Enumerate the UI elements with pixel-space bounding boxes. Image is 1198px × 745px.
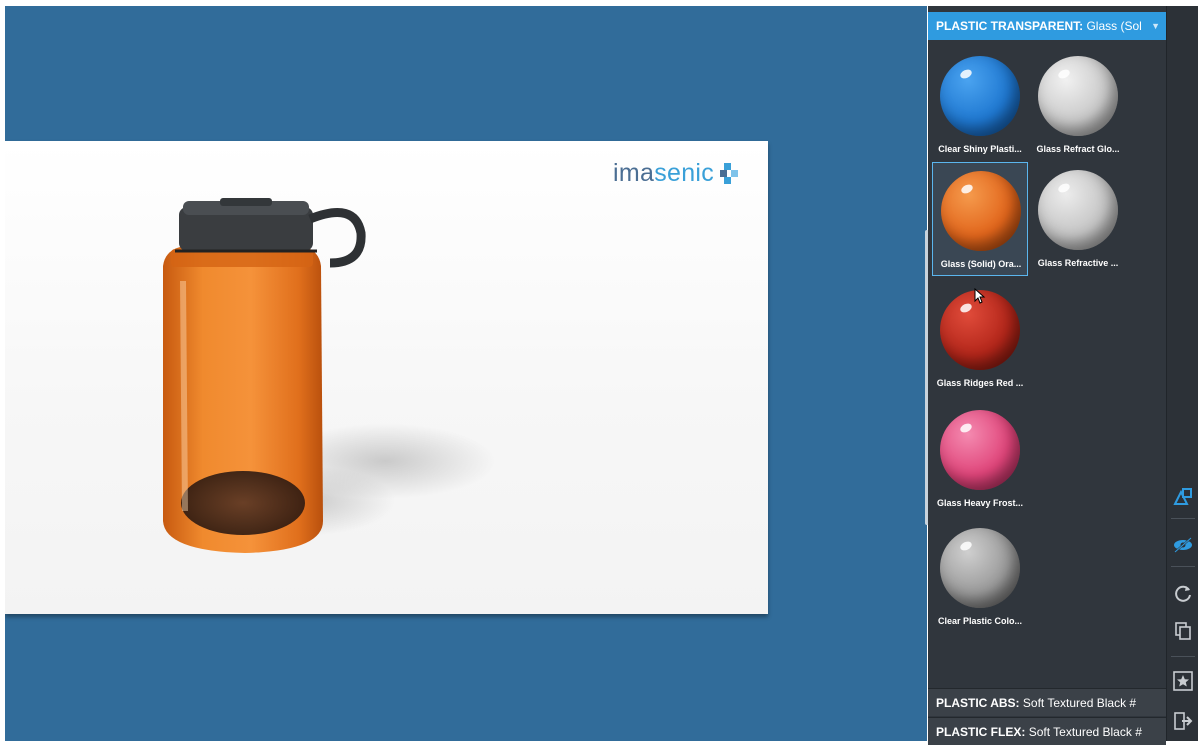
mouse-cursor-icon [974, 288, 986, 304]
right-toolstrip [1166, 6, 1198, 741]
header-category: PLASTIC TRANSPARENT: [936, 19, 1084, 33]
toolstrip-divider [1171, 656, 1195, 657]
material-label: Clear Shiny Plasti... [938, 144, 1022, 154]
toolstrip-divider [1171, 566, 1195, 567]
material-tile-glass-heavy-frost[interactable]: Glass Heavy Frost... [932, 402, 1028, 516]
logo-mark-icon [720, 162, 739, 184]
materials-panel: PLASTIC TRANSPARENT: Glass (Sol ▼ Clear … [928, 6, 1166, 745]
copy-icon[interactable] [1170, 618, 1196, 644]
favorites-star-icon[interactable] [1170, 668, 1196, 694]
material-label: Glass Refract Glo... [1036, 144, 1120, 154]
material-label: Glass Refractive ... [1037, 258, 1119, 268]
section-value: Soft Textured Black # [1028, 725, 1142, 739]
dropdown-caret-icon: ▼ [1151, 21, 1160, 31]
material-swatch [1038, 56, 1118, 136]
material-swatch [940, 56, 1020, 136]
material-tile-glass-refract-glossy[interactable]: Glass Refract Glo... [1030, 48, 1126, 162]
exit-icon[interactable] [1170, 708, 1196, 734]
eye-hidden-icon[interactable] [1170, 532, 1196, 558]
logo-text-a: ima [613, 159, 655, 187]
material-swatch [940, 528, 1020, 608]
imasenic-logo: imasenic [613, 159, 742, 188]
material-tile-clear-plastic-color[interactable]: Clear Plastic Colo... [932, 520, 1028, 634]
section-value: Soft Textured Black # [1022, 696, 1137, 710]
render-preview: imasenic [5, 141, 768, 614]
render-viewport[interactable]: imasenic [5, 6, 927, 741]
material-swatch [1038, 170, 1118, 250]
refresh-icon[interactable] [1170, 580, 1196, 606]
header-value: Glass (Sol [1086, 19, 1142, 33]
section-category: PLASTIC FLEX: [936, 725, 1026, 739]
bottle-render [163, 198, 495, 553]
section-category: PLASTIC ABS: [936, 696, 1020, 710]
material-tile-glass-solid-orange[interactable]: Glass (Solid) Ora... [932, 162, 1028, 276]
section-plastic-abs[interactable]: PLASTIC ABS: Soft Textured Black # [928, 688, 1166, 716]
logo-text-b: senic [654, 159, 715, 187]
material-tile-clear-shiny-plastic[interactable]: Clear Shiny Plasti... [932, 48, 1028, 162]
material-label: Clear Plastic Colo... [937, 616, 1023, 626]
material-label: Glass Ridges Red ... [936, 378, 1024, 388]
material-swatch [941, 171, 1021, 251]
toolstrip-divider [1171, 518, 1195, 519]
shapes-icon[interactable] [1170, 484, 1196, 510]
material-label: Glass (Solid) Ora... [940, 259, 1022, 269]
material-swatch [940, 410, 1020, 490]
material-category-header[interactable]: PLASTIC TRANSPARENT: Glass (Sol ▼ [928, 12, 1166, 40]
material-label: Glass Heavy Frost... [936, 498, 1024, 508]
material-tile-glass-refractive[interactable]: Glass Refractive ... [1030, 162, 1126, 276]
